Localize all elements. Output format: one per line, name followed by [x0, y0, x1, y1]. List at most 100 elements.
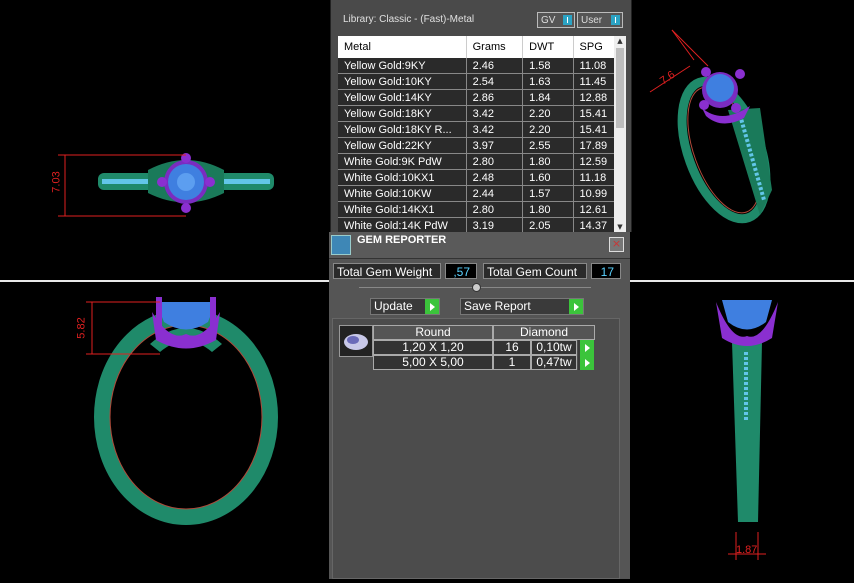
gem-size: 1,20 X 1,20	[373, 340, 493, 355]
dwt-value: 2.20	[522, 105, 574, 122]
ring-top-view	[58, 153, 274, 217]
grams-value: 3.19	[466, 217, 524, 232]
grams-value: 2.80	[466, 153, 524, 170]
dimension-label-bottom-right: 1.87	[736, 544, 758, 556]
table-row[interactable]: White Gold:9K PdW 2.80 1.80 12.59	[338, 153, 626, 170]
gem-reporter-title: GEM REPORTER	[357, 234, 447, 246]
total-gem-weight-value: ,57	[445, 263, 477, 279]
table-row[interactable]: Yellow Gold:10KY 2.54 1.63 11.45	[338, 73, 626, 90]
table-row[interactable]: White Gold:14KX1 2.80 1.80 12.61	[338, 201, 626, 218]
dimension-label-bottom-left: 5.82	[75, 317, 88, 339]
total-gem-count-value: 17	[591, 263, 621, 279]
library-title: Library: Classic - (Fast)-Metal	[343, 14, 475, 25]
dwt-value: 1.60	[522, 169, 574, 186]
table-row[interactable]: Yellow Gold:22KY 3.97 2.55 17.89	[338, 137, 626, 154]
ring-perspective-view	[649, 29, 772, 224]
table-row[interactable]: White Gold:10KX1 2.48 1.60 11.18	[338, 169, 626, 186]
user-toggle-label: User	[581, 15, 603, 26]
gem-reporter-panel: GEM REPORTER × Total Gem Weight ,57 Tota…	[329, 232, 630, 579]
round-gem-thumbnail[interactable]	[339, 325, 373, 357]
grams-value: 2.54	[466, 73, 524, 90]
metal-name: Yellow Gold:22KY	[338, 137, 467, 154]
dwt-value: 2.55	[522, 137, 574, 154]
gv-toggle-switch-icon	[563, 15, 572, 25]
grams-value: 2.48	[466, 169, 524, 186]
user-toggle-switch-icon	[611, 15, 620, 25]
play-icon	[580, 355, 594, 370]
grams-value: 3.97	[466, 137, 524, 154]
dwt-value: 1.57	[522, 185, 574, 202]
update-button[interactable]: Update	[370, 298, 440, 315]
gem-weight: 0,10tw	[531, 340, 577, 355]
gem-reporter-header: GEM REPORTER ×	[329, 232, 630, 259]
viewport-top[interactable]: 7.03	[0, 0, 328, 280]
metal-name: White Gold:10KW	[338, 185, 467, 202]
viewport-front[interactable]: 5.82	[0, 282, 328, 579]
shape-header: Round	[373, 325, 493, 340]
dimension-label-top-left: 7.03	[50, 171, 63, 193]
metal-name: Yellow Gold:18KY	[338, 105, 467, 122]
gem-row-play-button[interactable]	[578, 355, 594, 370]
gem-count: 16	[493, 340, 531, 355]
grams-value: 2.44	[466, 185, 524, 202]
column-header-metal[interactable]: Metal	[338, 36, 467, 58]
grams-value: 3.42	[466, 121, 524, 138]
metal-name: White Gold:14KX1	[338, 201, 467, 218]
user-toggle[interactable]: User	[577, 12, 623, 28]
metal-table: Metal Grams DWT SPG Yellow Gold:9KY 2.46 1…	[338, 36, 626, 232]
grams-value: 2.86	[466, 89, 524, 106]
gem-count: 1	[493, 355, 531, 370]
metal-name: White Gold:10KX1	[338, 169, 467, 186]
gv-toggle[interactable]: GV	[537, 12, 575, 28]
column-header-grams[interactable]: Grams	[466, 36, 524, 58]
viewport-perspective[interactable]: 7.6	[632, 0, 854, 280]
column-header-dwt[interactable]: DWT	[522, 36, 574, 58]
viewport-side[interactable]: 1.87	[632, 282, 854, 579]
save-report-button-label: Save Report	[464, 299, 531, 313]
gem-list: Round Diamond 1,20 X 1,20 16 0,10tw 5,00…	[332, 318, 620, 579]
ring-front-view	[86, 297, 278, 525]
metal-name: White Gold:14K PdW	[338, 217, 467, 232]
dwt-value: 1.84	[522, 89, 574, 106]
dwt-value: 2.05	[522, 217, 574, 232]
metal-name: Yellow Gold:14KY	[338, 89, 467, 106]
gem-report-icon	[331, 235, 351, 255]
metal-library-panel: Library: Classic - (Fast)-Metal GV User …	[330, 0, 632, 232]
grams-value: 2.80	[466, 201, 524, 218]
gem-weight: 0,47tw	[531, 355, 577, 370]
table-row[interactable]: Yellow Gold:18KY 3.42 2.20 15.41	[338, 105, 626, 122]
splitter-handle-icon[interactable]	[472, 283, 481, 292]
close-icon[interactable]: ×	[609, 237, 624, 252]
type-header: Diamond	[493, 325, 595, 340]
play-icon	[569, 299, 583, 314]
total-gem-count-label: Total Gem Count	[483, 263, 587, 279]
play-icon	[425, 299, 439, 314]
table-row[interactable]: Yellow Gold:9KY 2.46 1.58 11.08	[338, 58, 626, 74]
save-report-button[interactable]: Save Report	[460, 298, 584, 315]
table-row[interactable]: Yellow Gold:14KY 2.86 1.84 12.88	[338, 89, 626, 106]
scrollbar-thumb[interactable]	[616, 48, 624, 128]
table-row[interactable]: Yellow Gold:18KY R... 3.42 2.20 15.41	[338, 121, 626, 138]
play-icon	[580, 340, 594, 355]
total-gem-weight-label: Total Gem Weight	[333, 263, 441, 279]
metal-table-header: Metal Grams DWT SPG	[338, 36, 626, 58]
grams-value: 3.42	[466, 105, 524, 122]
dwt-value: 1.63	[522, 73, 574, 90]
grams-value: 2.46	[466, 58, 524, 74]
metal-name: Yellow Gold:10KY	[338, 73, 467, 90]
dwt-value: 2.20	[522, 121, 574, 138]
ring-side-view	[716, 300, 778, 560]
metal-name: Yellow Gold:9KY	[338, 58, 467, 74]
scroll-down-icon[interactable]: ▼	[614, 222, 626, 232]
metal-name: White Gold:9K PdW	[338, 153, 467, 170]
table-row[interactable]: White Gold:14K PdW 3.19 2.05 14.37	[338, 217, 626, 232]
dwt-value: 1.80	[522, 153, 574, 170]
gv-toggle-label: GV	[541, 15, 556, 26]
scroll-up-icon[interactable]: ▲	[614, 36, 626, 46]
dwt-value: 1.80	[522, 201, 574, 218]
gem-thumbnail-icon	[344, 334, 368, 350]
metal-name: Yellow Gold:18KY R...	[338, 121, 467, 138]
gem-row-play-button[interactable]	[578, 340, 594, 355]
table-row[interactable]: White Gold:10KW 2.44 1.57 10.99	[338, 185, 626, 202]
table-scrollbar[interactable]: ▲ ▼	[614, 36, 626, 232]
